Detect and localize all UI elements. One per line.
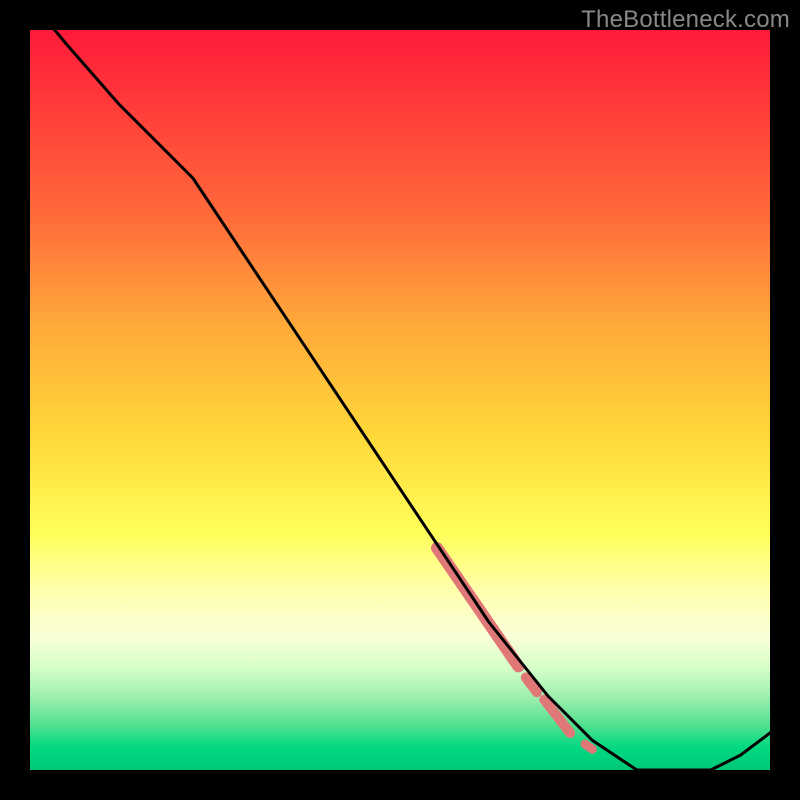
chart-overlay [30,30,770,770]
watermark-text: TheBottleneck.com [581,6,790,34]
bottleneck-curve [30,30,770,770]
highlight-segment [585,744,592,749]
